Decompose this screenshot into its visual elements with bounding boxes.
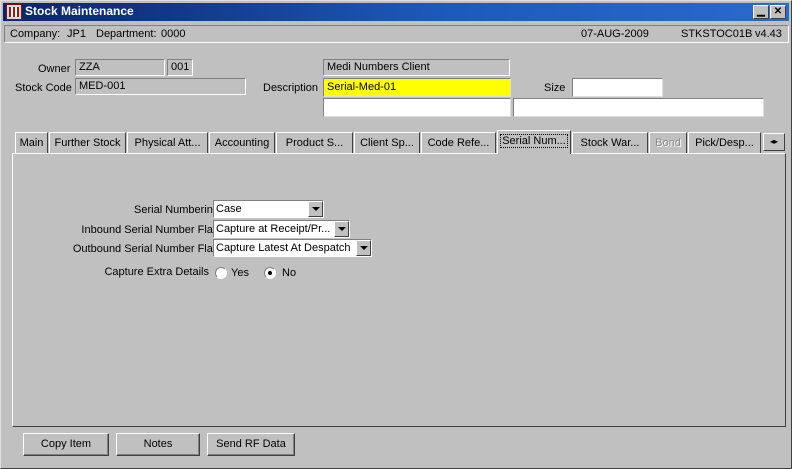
close-icon: ✕ xyxy=(773,6,783,17)
serial-numbering-value: Case xyxy=(216,203,242,215)
company-label: Company: xyxy=(10,28,61,40)
capture-extra-no-radio[interactable] xyxy=(264,267,276,279)
serial-numbering-select[interactable]: Case xyxy=(213,200,324,218)
window-title: Stock Maintenance xyxy=(25,4,134,18)
tab-stock-warehouse[interactable]: Stock War... xyxy=(572,132,648,153)
capture-extra-yes-radio[interactable] xyxy=(215,267,227,279)
tab-product-spec[interactable]: Product S... xyxy=(276,132,353,153)
serial-numbering-panel: Serial Numbering Case Inbound Serial Num… xyxy=(12,153,786,427)
app-icon[interactable] xyxy=(6,4,22,20)
inbound-flag-label: Inbound Serial Number Flag xyxy=(81,224,219,236)
minimize-icon: ▁ xyxy=(757,6,765,17)
send-rf-data-button[interactable]: Send RF Data xyxy=(207,433,295,456)
tab-accounting[interactable]: Accounting xyxy=(209,132,275,153)
title-bar[interactable]: Stock Maintenance ▁ ✕ xyxy=(3,3,789,21)
outbound-flag-value: Capture Latest At Despatch xyxy=(216,242,351,254)
owner-code-field[interactable]: ZZA xyxy=(75,59,165,76)
owner-number-field[interactable]: 001 xyxy=(167,59,193,76)
size-label: Size xyxy=(544,82,566,94)
company-value: JP1 xyxy=(67,28,86,40)
outbound-flag-label: Outbound Serial Number Flag xyxy=(72,243,219,255)
department-label: Department: xyxy=(96,28,157,40)
size-field[interactable] xyxy=(572,78,663,97)
capture-extra-label: Capture Extra Details xyxy=(104,266,209,278)
inbound-flag-select[interactable]: Capture at Receipt/Pr... xyxy=(213,220,350,238)
stock-code-field[interactable]: MED-001 xyxy=(75,78,246,95)
tab-serial-numbering[interactable]: Serial Num... xyxy=(497,130,571,154)
inbound-flag-value: Capture at Receipt/Pr... xyxy=(216,223,331,235)
capture-extra-yes-label[interactable]: Yes xyxy=(231,267,249,279)
chevron-down-icon[interactable] xyxy=(334,221,349,237)
tab-bond: Bond xyxy=(649,132,687,153)
minimize-button[interactable]: ▁ xyxy=(753,5,769,19)
copy-item-button[interactable]: Copy Item xyxy=(23,433,109,456)
tab-further-stock[interactable]: Further Stock xyxy=(49,132,126,153)
serial-numbering-label: Serial Numbering xyxy=(134,204,219,216)
program-id: STKSTOC01B xyxy=(681,28,753,40)
capture-extra-no-label[interactable]: No xyxy=(282,267,296,279)
stock-code-label: Stock Code xyxy=(15,82,72,94)
close-button[interactable]: ✕ xyxy=(770,5,786,19)
tab-client-spec[interactable]: Client Sp... xyxy=(354,132,420,153)
context-bar: Company: JP1 Department: 0000 07-AUG-200… xyxy=(4,25,789,43)
description-line3-field[interactable] xyxy=(513,98,764,117)
tab-physical-attributes[interactable]: Physical Att... xyxy=(127,132,208,153)
notes-button[interactable]: Notes xyxy=(116,433,200,456)
tab-main[interactable]: Main xyxy=(15,132,48,153)
tab-pick-despatch[interactable]: Pick/Desp... xyxy=(688,132,761,153)
department-value: 0000 xyxy=(161,28,186,40)
current-date: 07-AUG-2009 xyxy=(581,28,649,40)
owner-label: Owner xyxy=(38,63,71,75)
tab-scroll-arrows-icon[interactable]: ◂▸ xyxy=(763,133,785,151)
chevron-down-icon[interactable] xyxy=(308,201,323,217)
description-field[interactable]: Serial-Med-01 xyxy=(323,78,511,97)
owner-name-field[interactable]: Medi Numbers Client xyxy=(323,59,510,76)
description-label: Description xyxy=(263,82,319,94)
description-line2-field[interactable] xyxy=(323,98,511,117)
version: v4.43 xyxy=(755,28,782,40)
tab-code-references[interactable]: Code Refe... xyxy=(421,132,496,153)
stock-maintenance-window: Stock Maintenance ▁ ✕ Company: JP1 Depar… xyxy=(0,0,792,469)
outbound-flag-select[interactable]: Capture Latest At Despatch xyxy=(213,239,372,257)
chevron-down-icon[interactable] xyxy=(356,240,371,256)
